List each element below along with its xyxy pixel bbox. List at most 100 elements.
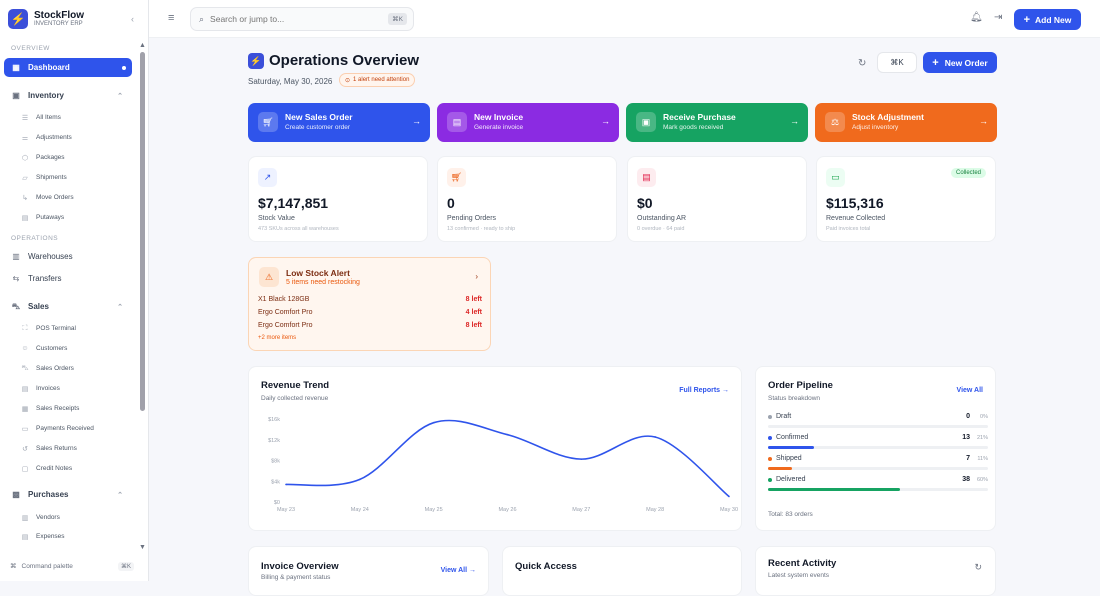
refresh-icon[interactable]: ↻ (858, 58, 866, 69)
logout-icon[interactable]: ⇥ (994, 12, 1002, 23)
kpi-label: Revenue Collected (826, 215, 886, 222)
sidebar-item-warehouses[interactable]: ▥ Warehouses (4, 247, 132, 266)
y-tick-label: $16k (268, 417, 280, 423)
sidebar-group-purchases[interactable]: ▩ Purchases ⌃ (4, 485, 132, 504)
data-point (432, 421, 435, 424)
box-icon: ▣ (12, 91, 20, 100)
chevron-right-icon[interactable]: › (475, 272, 478, 281)
scroll-up-icon[interactable]: ▲ (139, 42, 146, 49)
kpi-subtext: 13 confirmed · ready to ship (447, 226, 516, 232)
sidebar-item-vendors[interactable]: ▥ Vendors (20, 509, 132, 526)
grid-icon: ▦ (12, 63, 20, 72)
bell-icon[interactable]: 🔔︎ (970, 12, 983, 23)
sidebar-group-inventory[interactable]: ▣ Inventory ⌃ (4, 86, 132, 105)
collapse-sidebar-icon[interactable]: ‹ (131, 14, 134, 24)
search-input[interactable] (210, 14, 371, 24)
quick-action-title: New Sales Order (285, 112, 353, 122)
add-new-button[interactable]: + Add New (1014, 9, 1081, 30)
view-all-link[interactable]: View All (957, 387, 983, 394)
cash-icon: ▭ (826, 168, 845, 187)
sidebar-item-sales-orders[interactable]: ⛍ Sales Orders (20, 360, 132, 377)
view-all-link[interactable]: View All → (441, 567, 476, 574)
kpi-outstanding-ar[interactable]: ▤ $0 Outstanding AR 0 overdue · 64 paid (627, 156, 807, 242)
sidebar-item-credit-notes[interactable]: ▢ Credit Notes (20, 460, 132, 477)
warehouse-icon: ▥ (12, 252, 20, 261)
low-stock-item[interactable]: Ergo Comfort Pro 8 left (258, 322, 482, 329)
shelf-icon: ▤ (21, 214, 29, 222)
sidebar-item-sales-returns[interactable]: ↺ Sales Returns (20, 440, 132, 457)
y-tick-label: $12k (268, 438, 280, 444)
invoice-overview-card: Invoice Overview Billing & payment statu… (248, 546, 489, 596)
progress-fill (768, 488, 900, 491)
sidebar-item-shipments[interactable]: ▱ Shipments (20, 169, 132, 186)
sidebar-item-label: Putaways (36, 214, 65, 221)
quick-action-subtitle: Mark goods received (663, 124, 724, 131)
pipeline-row-confirmed[interactable]: Confirmed 13 21% (768, 434, 988, 452)
kpi-stock-value[interactable]: ↗ $7,147,851 Stock Value 473 SKUs across… (248, 156, 428, 242)
status-badge: Collected (950, 168, 986, 178)
sidebar-item-invoices[interactable]: ▤ Invoices (20, 380, 132, 397)
sidebar-item-label: Sales Returns (36, 445, 77, 452)
scrollbar-thumb[interactable] (140, 52, 145, 411)
adjust-icon: ⚖ (825, 112, 845, 132)
pipeline-row-shipped[interactable]: Shipped 7 11% (768, 455, 988, 473)
kpi-pending-orders[interactable]: 🛒︎ 0 Pending Orders 13 confirmed · ready… (437, 156, 617, 242)
sidebar-item-dashboard[interactable]: ▦ Dashboard (4, 58, 132, 77)
sidebar-item-packages[interactable]: ⬡ Packages (20, 149, 132, 166)
sidebar-item-payments-received[interactable]: ▭ Payments Received (20, 420, 132, 437)
card-icon: ▭ (21, 425, 29, 433)
sidebar-item-label: Payments Received (36, 425, 94, 432)
quick-action-new-invoice[interactable]: ▤ New Invoice Generate invoice → (437, 103, 619, 142)
sidebar-item-customers[interactable]: ☺ Customers (20, 340, 132, 357)
pipeline-label: Confirmed (776, 434, 809, 441)
low-stock-item[interactable]: X1 Black 128GB 8 left (258, 296, 482, 303)
kpi-revenue-collected[interactable]: ▭ Collected $115,316 Revenue Collected P… (816, 156, 996, 242)
receipt-icon: ▦ (21, 405, 29, 413)
sidebar-item-pos-terminal[interactable]: ⛶ POS Terminal (20, 320, 132, 337)
sidebar-item-transfers[interactable]: ⇆ Transfers (4, 269, 132, 288)
menu-icon[interactable]: ≡ (168, 12, 174, 24)
scroll-down-icon[interactable]: ▼ (139, 544, 146, 551)
sidebar-item-expenses[interactable]: ▤ Expenses (20, 528, 132, 545)
quick-action-subtitle: Generate invoice (474, 124, 524, 131)
quick-action-stock-adjustment[interactable]: ⚖ Stock Adjustment Adjust inventory → (815, 103, 997, 142)
more-items-link[interactable]: +2 more items (258, 335, 296, 341)
sidebar-scrollbar[interactable]: ▲ ▼ (139, 42, 146, 552)
low-stock-alert-card[interactable]: ⚠ Low Stock Alert 5 items need restockin… (248, 257, 491, 351)
pipeline-row-delivered[interactable]: Delivered 38 60% (768, 476, 988, 494)
quick-action-new-sales-order[interactable]: 🛒︎ New Sales Order Create customer order… (248, 103, 430, 142)
kpi-value: $115,316 (826, 195, 884, 211)
brand-name: StockFlow (34, 10, 85, 21)
revenue-chart: $16k $12k $8k $4k $0May 23 May 24 May 25 May 26… (268, 417, 738, 513)
progress-track (768, 425, 988, 428)
pipeline-label: Draft (776, 413, 792, 420)
item-name: Ergo Comfort Pro (258, 309, 313, 316)
y-tick-label: $4k (271, 479, 280, 485)
sidebar-item-sales-receipts[interactable]: ▦ Sales Receipts (20, 400, 132, 417)
item-qty: 8 left (465, 296, 482, 303)
users-icon: ☺ (21, 345, 29, 352)
progress-fill (768, 446, 815, 449)
refresh-icon[interactable]: ↻ (974, 562, 982, 573)
store-icon: ▥ (21, 514, 29, 522)
brand[interactable]: ⚡ StockFlow INVENTORY ERP ‹ (8, 9, 138, 31)
document-icon: ▤ (21, 385, 29, 393)
bag-icon: ▩ (12, 490, 20, 499)
sidebar-item-move-orders[interactable]: ↳ Move Orders (20, 189, 132, 206)
sidebar-item-putaways[interactable]: ▤ Putaways (20, 209, 132, 226)
pipeline-row-draft[interactable]: Draft 0 0% (768, 413, 988, 431)
quick-action-receive-purchase[interactable]: ▣ Receive Purchase Mark goods received → (626, 103, 808, 142)
low-stock-item[interactable]: Ergo Comfort Pro 4 left (258, 309, 482, 316)
search-bar[interactable]: ⌕ ⌘K (190, 7, 414, 31)
move-icon: ↳ (22, 194, 28, 202)
new-order-button[interactable]: + New Order (923, 52, 997, 73)
command-palette-button[interactable]: ⌘ Command palette ⌘K (10, 559, 134, 573)
chevron-up-icon: ⌃ (117, 92, 123, 100)
add-new-label: Add New (1035, 14, 1072, 25)
sidebar-item-adjustments[interactable]: ⚌ Adjustments (20, 129, 132, 146)
command-k-button[interactable]: ⌘K (877, 52, 917, 73)
sidebar-group-sales[interactable]: ⛍ Sales ⌃ (4, 297, 132, 316)
sidebar-item-all-items[interactable]: ☰ All Items (20, 109, 132, 126)
alert-chip[interactable]: ⊙ 1 alert need attention (339, 73, 416, 87)
pipeline-label: Shipped (776, 455, 802, 462)
